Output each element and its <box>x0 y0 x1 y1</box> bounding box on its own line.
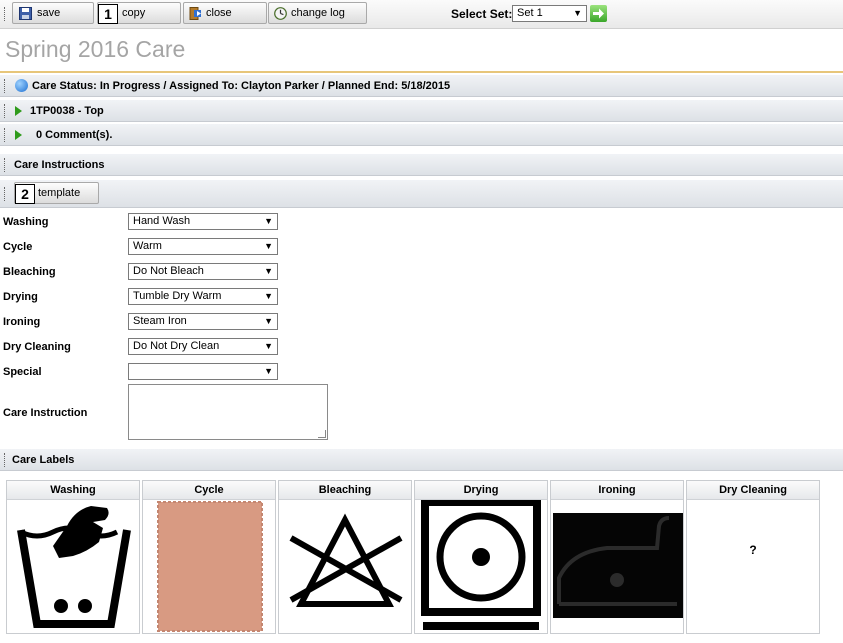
section-grip[interactable] <box>4 128 7 142</box>
care-instructions-header: Care Instructions <box>0 154 843 176</box>
template-number-badge: 2 <box>15 184 35 204</box>
bleaching-select[interactable]: Do Not Bleach ▼ <box>128 263 278 280</box>
select-set-label: Select Set: <box>451 7 513 21</box>
care-status-text: Care Status: In Progress / Assigned To: … <box>32 80 451 92</box>
dry-cleaning-label: Dry Cleaning <box>3 341 71 353</box>
care-labels-title: Care Labels <box>12 454 75 466</box>
template-button[interactable]: 2 template <box>14 182 99 204</box>
steam-iron-icon <box>553 513 683 618</box>
care-label-card-dry-cleaning: Dry Cleaning ? <box>686 480 820 634</box>
arrow-right-icon <box>593 8 604 19</box>
washing-select[interactable]: Hand Wash ▼ <box>128 213 278 230</box>
unknown-placeholder: ? <box>749 543 757 557</box>
select-set-value: Set 1 <box>517 7 543 19</box>
toolbar: save 1 copy close change log Select Set:… <box>0 0 843 29</box>
washing-label: Washing <box>3 216 49 228</box>
ironing-label: Ironing <box>3 316 41 328</box>
washing-value: Hand Wash <box>133 215 191 227</box>
chevron-down-icon: ▼ <box>264 291 273 301</box>
section-grip[interactable] <box>4 187 7 201</box>
select-set-dropdown[interactable]: Set 1 ▼ <box>512 5 587 22</box>
cycle-value: Warm <box>133 240 162 252</box>
card-title: Washing <box>7 481 139 500</box>
chevron-down-icon: ▼ <box>264 341 273 351</box>
expand-arrow-icon[interactable] <box>15 130 22 140</box>
cycle-select[interactable]: Warm ▼ <box>128 238 278 255</box>
template-toolbar: 2 template <box>0 180 843 208</box>
comments-bar[interactable]: 0 Comment(s). <box>0 124 843 146</box>
do-not-bleach-icon <box>289 513 403 607</box>
care-label-card-washing: Washing <box>6 480 140 634</box>
chevron-down-icon: ▼ <box>264 241 273 251</box>
resize-handle-icon[interactable] <box>318 430 326 438</box>
care-status-bar[interactable]: Care Status: In Progress / Assigned To: … <box>0 75 843 97</box>
care-label-card-cycle: Cycle <box>142 480 276 634</box>
care-labels-header: Care Labels <box>0 449 843 471</box>
chevron-down-icon: ▼ <box>573 8 582 18</box>
toolbar-grip[interactable] <box>4 7 7 21</box>
care-instructions-title: Care Instructions <box>14 159 105 171</box>
page-title: Spring 2016 Care <box>5 36 186 62</box>
chevron-down-icon: ▼ <box>264 366 273 376</box>
floppy-disk-icon <box>19 7 32 20</box>
care-label-card-ironing: Ironing <box>550 480 684 634</box>
dry-cleaning-value: Do Not Dry Clean <box>133 340 220 352</box>
section-grip[interactable] <box>4 79 7 93</box>
hand-wash-icon <box>17 506 131 628</box>
change-log-button[interactable]: change log <box>268 2 367 24</box>
warm-cycle-swatch <box>157 501 263 632</box>
globe-status-icon <box>15 79 28 92</box>
close-button[interactable]: close <box>183 2 267 24</box>
section-grip[interactable] <box>4 104 7 118</box>
change-log-label: change log <box>291 7 345 19</box>
drying-value: Tumble Dry Warm <box>133 290 222 302</box>
close-label: close <box>206 7 232 19</box>
save-button[interactable]: save <box>12 2 94 24</box>
title-divider <box>0 71 843 73</box>
ironing-select[interactable]: Steam Iron ▼ <box>128 313 278 330</box>
card-title: Bleaching <box>279 481 411 500</box>
card-title: Cycle <box>143 481 275 500</box>
drying-label: Drying <box>3 291 38 303</box>
care-label-card-bleaching: Bleaching <box>278 480 412 634</box>
ironing-value: Steam Iron <box>133 315 187 327</box>
section-grip[interactable] <box>4 453 7 467</box>
card-title: Dry Cleaning <box>687 481 819 500</box>
template-label: template <box>38 187 81 199</box>
section-grip[interactable] <box>4 158 7 172</box>
copy-button[interactable]: 1 copy <box>97 2 181 24</box>
copy-number-badge: 1 <box>98 4 118 24</box>
bleaching-value: Do Not Bleach <box>133 265 204 277</box>
chevron-down-icon: ▼ <box>264 216 273 226</box>
save-label: save <box>37 7 61 19</box>
cycle-label: Cycle <box>3 241 33 253</box>
care-instruction-textarea[interactable] <box>128 384 328 440</box>
bleaching-label: Bleaching <box>3 266 56 278</box>
drying-select[interactable]: Tumble Dry Warm ▼ <box>128 288 278 305</box>
special-label: Special <box>3 366 42 378</box>
special-select[interactable]: ▼ <box>128 363 278 380</box>
chevron-down-icon: ▼ <box>264 266 273 276</box>
care-label-card-drying: Drying <box>414 480 548 634</box>
comments-label: 0 Comment(s). <box>36 129 113 141</box>
item-label: 1TP0038 - Top <box>30 105 104 117</box>
care-instruction-label: Care Instruction <box>3 407 88 419</box>
card-title: Drying <box>415 481 547 500</box>
card-title: Ironing <box>551 481 683 500</box>
go-button[interactable] <box>590 5 607 22</box>
chevron-down-icon: ▼ <box>264 316 273 326</box>
expand-arrow-icon[interactable] <box>15 106 22 116</box>
clock-icon <box>274 7 287 20</box>
tumble-dry-icon <box>421 500 541 630</box>
door-exit-icon <box>189 7 201 20</box>
copy-label: copy <box>122 7 146 19</box>
dry-cleaning-select[interactable]: Do Not Dry Clean ▼ <box>128 338 278 355</box>
item-bar[interactable]: 1TP0038 - Top <box>0 100 843 122</box>
